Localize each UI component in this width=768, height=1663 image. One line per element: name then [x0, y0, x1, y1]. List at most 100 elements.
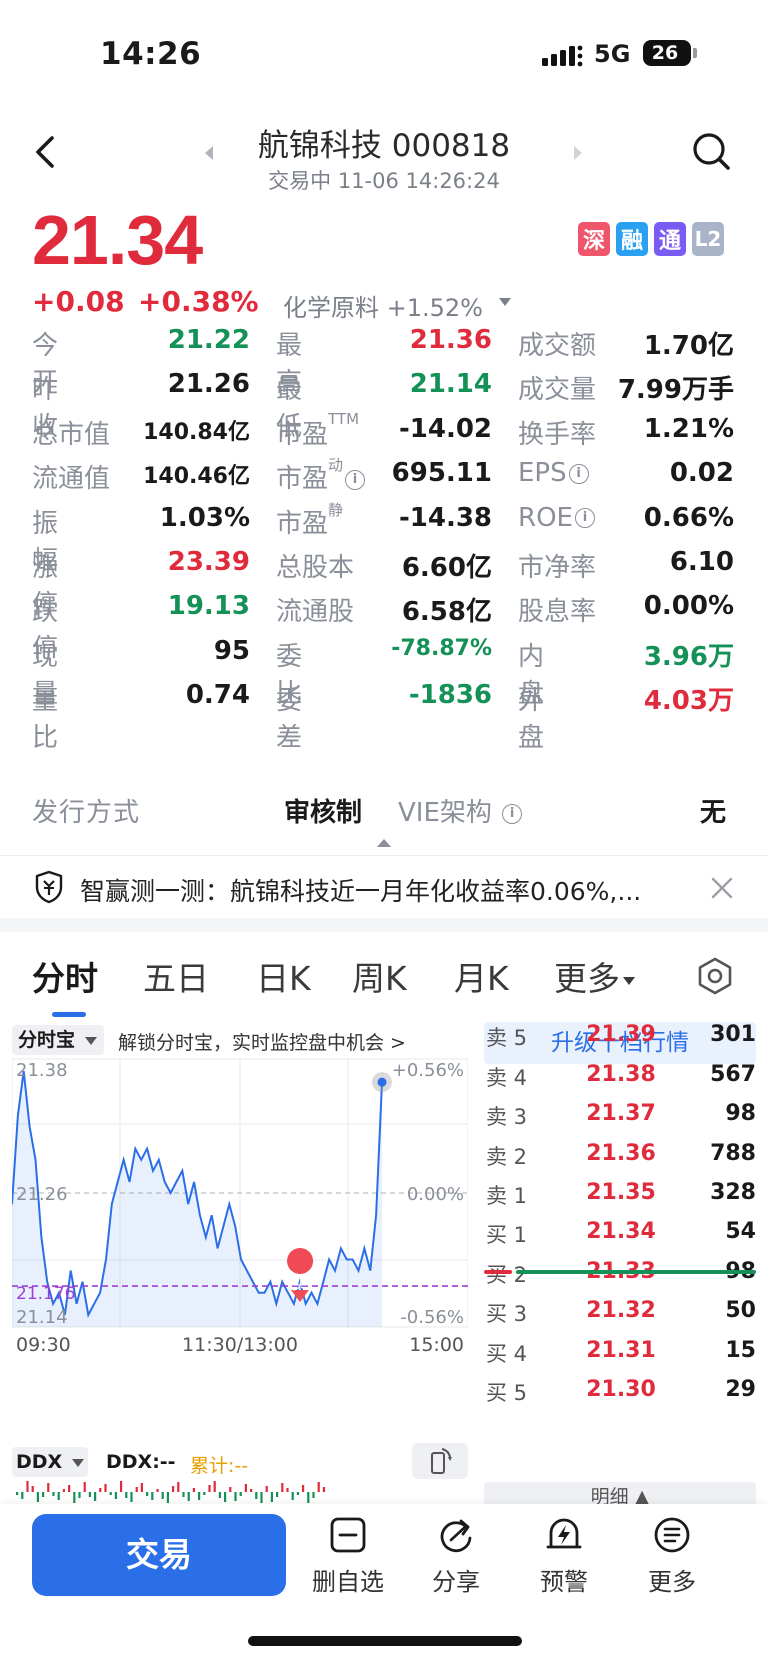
stat-value: 0.00% — [643, 591, 734, 622]
market-badge[interactable]: L2 — [692, 222, 724, 256]
stats-row: 流通值 140.46亿 市盈动i 695.11 EPS i 0.02 — [0, 456, 768, 505]
ddx-cumulative: 累计:-- — [190, 1455, 249, 1477]
ddx-bar — [260, 1492, 263, 1503]
info-icon[interactable]: i — [574, 508, 595, 529]
stat-label-text: 市盈 — [276, 464, 329, 495]
tab-intraday[interactable]: 分时 — [32, 952, 98, 1000]
orderbook-row[interactable]: 买 4 21.31 15 — [484, 1338, 756, 1379]
network-type: 5G — [594, 40, 631, 68]
stat-value: 6.58亿 — [401, 597, 492, 628]
indicator-selector[interactable]: DDX — [12, 1447, 88, 1477]
stat-label: 成交额 — [518, 325, 618, 362]
ddx-bar — [224, 1492, 227, 1502]
vie-label[interactable]: VIE架构 i — [398, 792, 523, 829]
close-icon[interactable] — [710, 876, 734, 900]
stat-value: 0.74 — [185, 680, 250, 711]
current-price: 21.34 — [32, 201, 203, 279]
market-badge[interactable]: 深 — [578, 222, 610, 256]
tab-active-indicator — [52, 1012, 86, 1017]
ddx-bar — [203, 1492, 206, 1495]
stat-value: -14.38 — [398, 502, 492, 533]
stat-label: 市净率 — [518, 547, 618, 584]
more-button[interactable]: 更多 — [626, 1516, 718, 1597]
share-button[interactable]: 分享 — [410, 1516, 502, 1597]
market-badge[interactable]: 融 — [616, 222, 648, 256]
stat-value: 21.26 — [167, 369, 250, 400]
status-time: 14:26 — [100, 36, 202, 72]
ddx-bar — [68, 1485, 71, 1492]
ddx-bar — [94, 1492, 97, 1501]
orderbook-row[interactable]: 买 3 21.32 50 — [484, 1298, 756, 1339]
orderbook-row[interactable]: 卖 1 21.35 328 — [484, 1180, 756, 1221]
tab-more[interactable]: 更多 — [554, 952, 636, 1000]
detail-button[interactable]: 明细 ▲ — [484, 1482, 756, 1506]
stat-label[interactable]: ROE i — [518, 503, 618, 533]
trade-button[interactable]: 交易 — [32, 1514, 286, 1596]
tab-daily-k[interactable]: 日K — [256, 952, 311, 1000]
alert-button[interactable]: 预警 — [518, 1516, 610, 1597]
search-icon[interactable] — [690, 130, 734, 174]
stat-label-superscript: 静 — [328, 500, 344, 519]
stats-row: 今开 21.22 最高 21.36 成交额 1.70亿 — [0, 325, 768, 398]
stat-label: 股息率 — [518, 591, 618, 628]
alert-bolt-icon — [546, 1518, 582, 1549]
intraday-tool-selector[interactable]: 分时宝 — [12, 1025, 104, 1055]
stat-label: 总市值 — [32, 414, 132, 451]
info-icon[interactable]: i — [502, 803, 523, 824]
remove-watchlist-button[interactable]: 删自选 — [302, 1516, 394, 1597]
orderbook-row[interactable]: 买 1 21.34 54 — [484, 1219, 756, 1260]
stat-label-text: 总股本 — [276, 553, 355, 583]
orderbook-row[interactable]: 卖 3 21.37 98 — [484, 1101, 756, 1142]
stat-value: 6.60亿 — [401, 553, 492, 583]
market-badge[interactable]: 通 — [654, 222, 686, 256]
ddx-bar — [239, 1492, 242, 1496]
tab-weekly-k[interactable]: 周K — [352, 952, 407, 1000]
ddx-bar — [42, 1492, 45, 1497]
chevron-down-icon[interactable] — [498, 297, 512, 307]
ddx-value: DDX:-- — [106, 1451, 176, 1473]
stat-label-text: 流通值 — [32, 464, 111, 495]
next-stock-icon[interactable] — [572, 144, 584, 162]
tab-five-day[interactable]: 五日 — [143, 952, 209, 1000]
stat-value: 6.10 — [669, 547, 734, 577]
pct-axis-mid: 0.00% — [407, 1184, 464, 1205]
stat-value: 23.39 — [167, 547, 250, 577]
ddx-bar — [281, 1483, 284, 1492]
info-icon[interactable]: i — [345, 469, 366, 490]
orderbook-row[interactable]: 买 5 21.30 29 — [484, 1377, 756, 1418]
sector-link[interactable]: 化学原料 +1.52% — [283, 288, 483, 323]
stat-label: 流通股 — [276, 591, 391, 628]
orderbook-level: 卖 3 — [486, 1105, 528, 1129]
tab-monthly-k[interactable]: 月K — [454, 952, 509, 1000]
stat-label[interactable]: 市盈动i — [276, 456, 391, 495]
ddx-bar — [187, 1492, 190, 1501]
issue-method-label: 发行方式 — [32, 798, 141, 828]
ddx-bar — [78, 1492, 81, 1498]
orderbook-volume: 29 — [725, 1377, 756, 1402]
y-axis-bottom: 21.14 — [16, 1307, 68, 1328]
ddx-bar — [250, 1489, 253, 1492]
orderbook-row[interactable]: 卖 5 21.39 301 — [484, 1022, 756, 1063]
intraday-chart[interactable]: 买 21.38 21.26 21.14 21.176 +0.56% 0.00% … — [12, 1058, 468, 1418]
orderbook-row[interactable]: 卖 4 21.38 567 — [484, 1062, 756, 1103]
settings-hexagon-icon[interactable] — [696, 957, 734, 995]
stat-label[interactable]: EPS i — [518, 458, 618, 488]
orderbook-level: 买 1 — [486, 1223, 528, 1247]
ddx-bar — [47, 1483, 50, 1492]
collapse-up-icon[interactable] — [376, 838, 392, 848]
stat-label: 流通值 — [32, 458, 132, 495]
stat-label-text: 换手率 — [518, 419, 597, 450]
rotate-screen-button[interactable] — [412, 1443, 468, 1479]
stat-label-text: 股息率 — [518, 597, 597, 628]
orderbook-row[interactable]: 买 2 21.33 98 — [484, 1259, 756, 1300]
orderbook-row[interactable]: 卖 2 21.36 788 — [484, 1141, 756, 1182]
unlock-tip-link[interactable]: 解锁分时宝，实时监控盘中机会 > — [118, 1028, 406, 1055]
stat-label: 市盈TTM — [276, 410, 391, 451]
ddx-bar — [265, 1486, 268, 1492]
stats-row: 昨收 21.26 最低 21.14 成交量 7.99万手 — [0, 369, 768, 442]
info-icon[interactable]: i — [568, 463, 589, 484]
orderbook-price: 21.37 — [586, 1101, 656, 1126]
stat-value: -78.87% — [391, 635, 492, 661]
stat-value: 695.11 — [391, 458, 492, 489]
avg-price-label: 21.176 — [16, 1284, 75, 1304]
